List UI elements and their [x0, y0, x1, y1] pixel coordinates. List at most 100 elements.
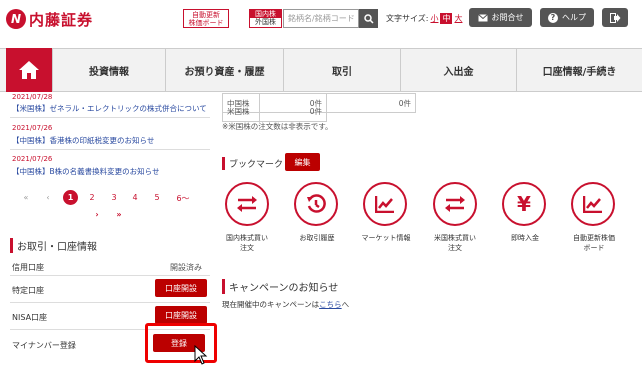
campaign-text-before: 現在開催中のキャンペーンは: [222, 300, 320, 309]
mail-icon: [477, 13, 488, 21]
realtime-board-line2: 株価ボード: [188, 19, 224, 27]
bookmark-label-line2: 注文: [240, 244, 254, 252]
account-section-title: お取引・口座情報: [10, 238, 97, 253]
bookmark-label-line1: 即時入金: [511, 234, 539, 242]
logo[interactable]: N 内藤証券: [6, 8, 126, 30]
nav-assets-history[interactable]: お預り資産・履歴: [165, 48, 283, 92]
news-item-link[interactable]: 【米国株】ゼネラル・エレクトリックの株式併合について: [12, 103, 207, 114]
market-domestic[interactable]: 国内株: [250, 10, 281, 18]
pagination-prev[interactable]: ‹: [40, 193, 56, 202]
table-cell: 0件: [259, 102, 327, 122]
bookmark-title: ブックマーク: [222, 157, 283, 170]
home-icon: [19, 61, 39, 79]
search-icon: [363, 13, 374, 24]
chart-icon: [583, 196, 602, 213]
swap-arrows-icon: [445, 196, 465, 212]
home-button[interactable]: [6, 48, 52, 92]
margin-account-label: 信用口座: [12, 263, 44, 272]
nisa-account-label: NISA口座: [12, 313, 48, 322]
campaign-title: キャンペーンのお知らせ: [222, 279, 338, 294]
campaign-text-after: へ: [341, 300, 350, 309]
news-item-link[interactable]: 【中国株】香港株の印紙税変更のお知らせ: [12, 135, 154, 146]
bookmark-label: 即時入金: [494, 233, 556, 243]
font-size-control: 文字サイズ: 小 中 大: [386, 13, 462, 24]
bookmark-label-line1: 自動更新株価: [573, 234, 615, 242]
bookmark-label-line1: 米国株式買い: [434, 234, 476, 242]
realtime-board-button[interactable]: 自動更新 株価ボード: [183, 9, 229, 28]
news-date: 2021/07/26: [12, 155, 53, 163]
mouse-cursor-icon: [194, 345, 208, 365]
header: N 内藤証券 自動更新 株価ボード 国内株 外国株 銘柄名/銘柄コード 文字サイ…: [0, 0, 642, 36]
font-small-link[interactable]: 小: [430, 13, 438, 24]
bookmark-domestic-buy[interactable]: [225, 182, 269, 226]
search-button[interactable]: [359, 9, 378, 28]
nav-trade[interactable]: 取引: [283, 48, 400, 92]
nav-investment-info[interactable]: 投資情報: [52, 48, 165, 92]
pagination-first[interactable]: «: [18, 193, 34, 202]
font-size-label: 文字サイズ:: [386, 14, 429, 23]
bookmark-realtime-board[interactable]: [571, 182, 615, 226]
mynumber-label: マイナンバー登録: [12, 341, 76, 350]
bookmark-label: 国内株式買い 注文: [216, 233, 278, 253]
margin-account-status: 開設済み: [170, 263, 202, 272]
news-item-link[interactable]: 【中国株】B株の名義書換料変更のお知らせ: [12, 166, 160, 177]
search-input[interactable]: 銘柄名/銘柄コード: [283, 9, 359, 28]
bookmark-market-info[interactable]: [363, 182, 407, 226]
open-specific-account-button[interactable]: 口座開設: [155, 279, 207, 297]
pagination-next[interactable]: ›: [89, 210, 105, 219]
campaign-text: 現在開催中のキャンペーンはこちらへ: [222, 299, 349, 310]
table-cell: 0件: [326, 93, 416, 113]
divider: [10, 275, 210, 276]
orders-table-note: ※米国株の注文数は非表示です。: [222, 122, 333, 131]
logo-mark-icon: N: [6, 9, 26, 29]
nav-deposit-withdraw[interactable]: 入出金: [400, 48, 516, 92]
divider: [10, 302, 210, 303]
pagination-page[interactable]: 6～: [172, 193, 194, 204]
divider: [10, 149, 210, 150]
bookmark-label: 自動更新株価 ボード: [561, 233, 627, 253]
news-date: 2021/07/26: [12, 124, 53, 132]
chart-icon: [375, 196, 394, 213]
pagination-page[interactable]: 3: [106, 193, 122, 202]
specific-account-label: 特定口座: [12, 286, 44, 295]
contact-label: お問合せ: [491, 13, 524, 22]
logout-button[interactable]: [602, 8, 628, 27]
pagination-last[interactable]: »: [111, 210, 127, 219]
news-date: 2021/07/28: [12, 93, 53, 101]
yen-icon: ¥: [517, 192, 531, 216]
logo-text: 内藤証券: [29, 10, 94, 29]
divider: [10, 117, 210, 118]
history-icon: [307, 194, 326, 213]
bookmark-us-buy[interactable]: [433, 182, 477, 226]
table-cell-market: 米国株: [222, 102, 260, 122]
bookmark-label-line2: ボード: [583, 244, 605, 252]
swap-arrows-icon: [237, 196, 257, 212]
bookmark-instant-deposit[interactable]: ¥: [502, 182, 546, 226]
font-mid-link[interactable]: 中: [440, 13, 453, 24]
font-large-link[interactable]: 大: [454, 13, 462, 24]
campaign-link[interactable]: こちら: [319, 300, 342, 309]
logout-icon: [609, 12, 620, 23]
market-toggle[interactable]: 国内株 外国株: [249, 9, 282, 28]
pagination-page-active[interactable]: 1: [63, 190, 78, 205]
pagination-page[interactable]: 5: [149, 193, 165, 202]
bookmark-edit-button[interactable]: 編集: [285, 153, 320, 171]
nav-account-procedures[interactable]: 口座情報/手続き: [516, 48, 642, 92]
contact-button[interactable]: お問合せ: [469, 8, 532, 27]
open-nisa-account-button[interactable]: 口座開設: [155, 306, 207, 324]
bookmark-label: 米国株式買い 注文: [424, 233, 486, 253]
help-icon: ?: [548, 12, 558, 23]
bookmark-label-line1: マーケット情報: [361, 234, 411, 242]
help-button[interactable]: ? ヘルプ: [540, 8, 594, 27]
realtime-board-line1: 自動更新: [192, 11, 220, 19]
help-label: ヘルプ: [562, 13, 586, 22]
bookmark-trade-history[interactable]: [294, 182, 338, 226]
bookmark-label-line1: お取引履歴: [299, 234, 335, 242]
bookmark-label: お取引履歴: [286, 233, 348, 243]
bookmark-label: マーケット情報: [355, 233, 417, 243]
bookmark-label-line2: 注文: [448, 244, 462, 252]
market-foreign[interactable]: 外国株: [250, 18, 281, 27]
pagination-page[interactable]: 4: [127, 193, 143, 202]
bookmark-label-line1: 国内株式買い: [226, 234, 268, 242]
pagination-page[interactable]: 2: [84, 193, 100, 202]
